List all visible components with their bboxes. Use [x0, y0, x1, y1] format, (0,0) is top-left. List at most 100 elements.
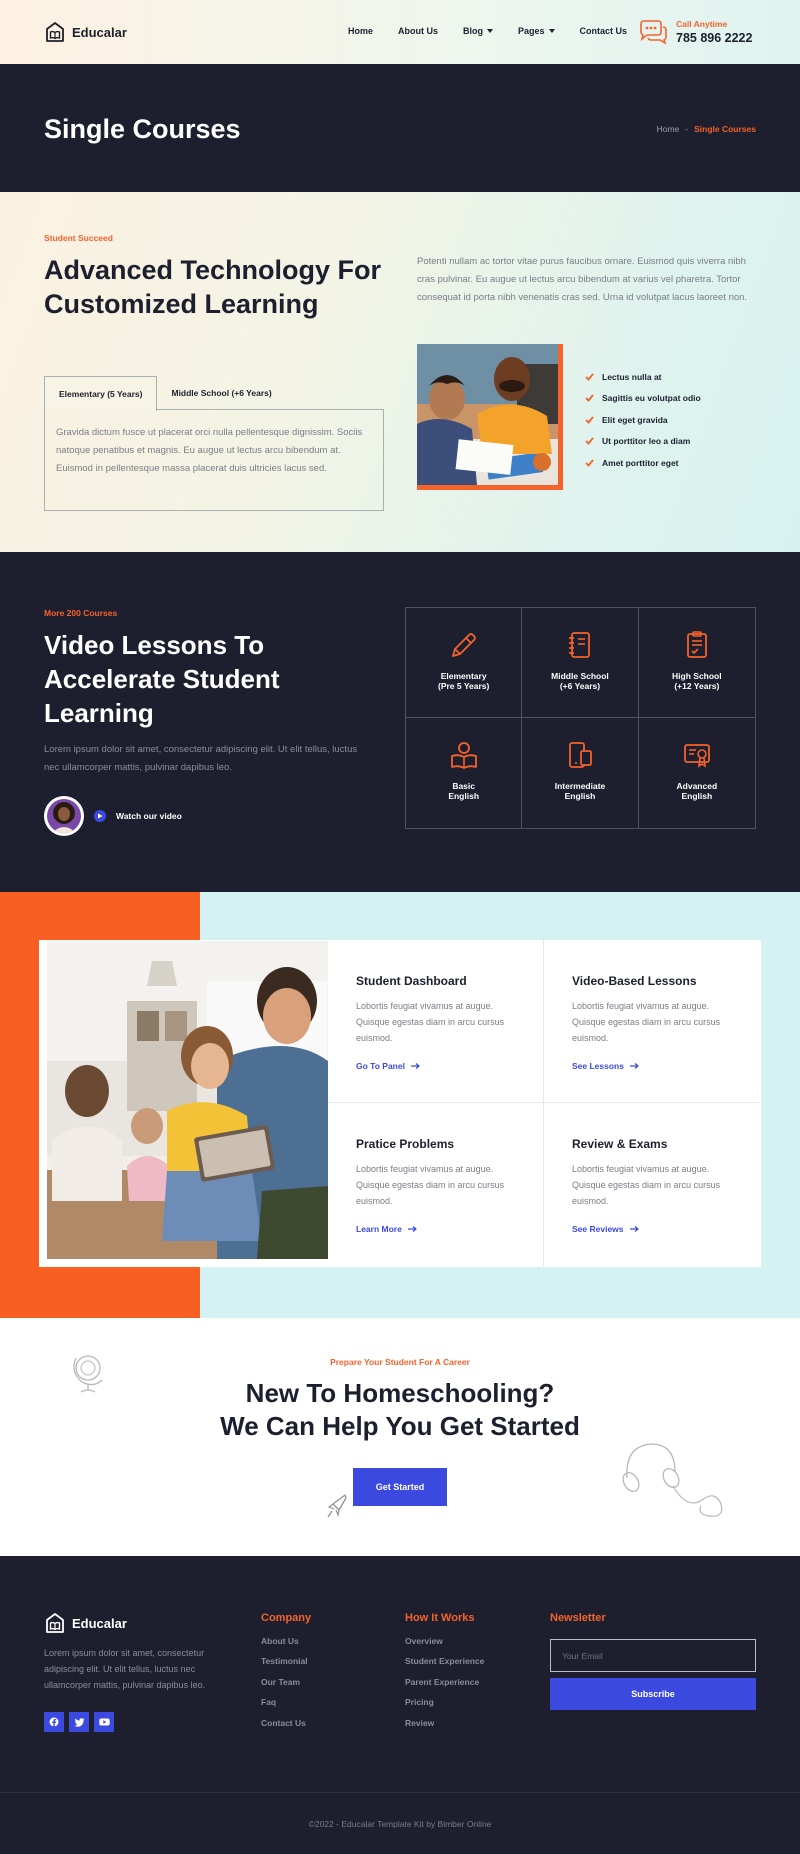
- feature-link[interactable]: See Lessons: [572, 1061, 760, 1071]
- course-high-school[interactable]: High School (+12 Years): [638, 608, 755, 718]
- book-house-icon: [46, 22, 64, 42]
- breadcrumb-current: Single Courses: [694, 124, 756, 134]
- certificate-icon: [683, 744, 710, 768]
- arrow-right-icon: [629, 1226, 639, 1232]
- feature-student-dashboard: Student Dashboard Lobortis feugiat vivam…: [328, 940, 544, 1103]
- nav-home[interactable]: Home: [348, 26, 373, 36]
- intro-heading: Advanced Technology For Customized Learn…: [44, 255, 382, 319]
- list-item-label: Elit eget gravida: [602, 414, 668, 425]
- youtube-button[interactable]: [94, 1712, 114, 1732]
- feature-desc: Lobortis feugiat vivamus at augue. Quisq…: [572, 1164, 721, 1206]
- lessons-heading: Video Lessons To Accelerate Student Lear…: [44, 630, 280, 728]
- list-item-label: Sagittis eu volutpat odio: [602, 393, 701, 404]
- courses-grid: Elementary (Pre 5 Years) Middle School (…: [405, 607, 756, 829]
- footer-logo[interactable]: Educalar: [44, 1612, 127, 1634]
- facebook-icon: [49, 1717, 59, 1727]
- feature-desc: Lobortis feugiat vivamus at augue. Quisq…: [572, 1001, 721, 1043]
- footer-link[interactable]: Overview: [405, 1636, 484, 1656]
- list-item: Sagittis eu volutpat odio: [585, 388, 701, 410]
- feature-link[interactable]: See Reviews: [572, 1224, 760, 1234]
- intro-eyebrow: Student Succeed: [44, 233, 113, 243]
- feature-link-label: See Lessons: [572, 1061, 624, 1071]
- footer-col-title: Newsletter: [550, 1612, 606, 1624]
- footer-link[interactable]: Our Team: [261, 1677, 311, 1697]
- copyright: ©2022 - Educalar Template Kit by Bimber …: [308, 1819, 492, 1829]
- rocket-icon: [327, 1494, 347, 1518]
- tab-middle-school[interactable]: Middle School (+6 Years): [157, 376, 285, 410]
- call-number[interactable]: 785 896 2222: [676, 31, 752, 45]
- feature-desc: Lobortis feugiat vivamus at augue. Quisq…: [356, 1001, 505, 1043]
- call-block[interactable]: Call Anytime 785 896 2222: [638, 19, 752, 45]
- logo[interactable]: Educalar: [44, 21, 127, 43]
- chevron-down-icon: [487, 29, 494, 33]
- pencil-icon: [451, 633, 476, 657]
- footer-link[interactable]: Testimonial: [261, 1656, 311, 1676]
- nav-pages[interactable]: Pages: [518, 26, 555, 36]
- nav-about[interactable]: About Us: [398, 26, 438, 36]
- breadcrumb-home[interactable]: Home: [657, 124, 680, 134]
- watch-video-label: Watch our video: [116, 811, 182, 821]
- nav-blog[interactable]: Blog: [463, 26, 494, 36]
- footer-col-title: Company: [261, 1612, 312, 1624]
- course-elementary[interactable]: Elementary (Pre 5 Years): [406, 608, 523, 718]
- list-item: Elit eget gravida: [585, 409, 701, 431]
- footer-company: Company About Us Testimonial Our Team Fa…: [261, 1612, 311, 1738]
- subscribe-button[interactable]: Subscribe: [550, 1678, 756, 1710]
- breadcrumb: Home - Single Courses: [650, 124, 756, 134]
- notebook-icon: [568, 632, 590, 658]
- facebook-button[interactable]: [44, 1712, 64, 1732]
- footer-link[interactable]: About Us: [261, 1636, 311, 1656]
- course-advanced-english[interactable]: Advanced English: [639, 718, 755, 828]
- check-icon: [585, 373, 594, 381]
- tab-elementary[interactable]: Elementary (5 Years): [44, 376, 158, 411]
- check-icon: [585, 416, 594, 424]
- footer-link[interactable]: Pricing: [405, 1697, 484, 1717]
- avatar: [44, 796, 84, 836]
- arrow-right-icon: [629, 1063, 639, 1069]
- twitter-button[interactable]: [69, 1712, 89, 1732]
- footer-link[interactable]: Faq: [261, 1697, 311, 1717]
- main-nav: Home About Us Blog Pages Contact Us: [348, 26, 627, 36]
- social-links: [44, 1712, 114, 1732]
- feature-title: Review & Exams: [572, 1137, 668, 1151]
- footer-link[interactable]: Parent Experience: [405, 1677, 484, 1697]
- feature-review-exams: Review & Exams Lobortis feugiat vivamus …: [544, 1103, 760, 1266]
- footer-link[interactable]: Student Experience: [405, 1656, 484, 1676]
- get-started-button[interactable]: Get Started: [353, 1468, 447, 1506]
- chat-bubbles-icon: [640, 20, 667, 45]
- list-item-label: Amet porttitor eget: [602, 457, 679, 468]
- course-intermediate-english[interactable]: Intermediate English: [522, 718, 639, 828]
- photo-illustration: [47, 941, 328, 1259]
- cta-eyebrow: Prepare Your Student For A Career: [330, 1357, 470, 1367]
- youtube-icon: [98, 1718, 110, 1726]
- teacher-student-photo: [417, 344, 563, 490]
- list-item-label: Lectus nulla at: [602, 371, 662, 382]
- cta-heading: New To Homeschooling? We Can Help You Ge…: [0, 1377, 800, 1443]
- course-basic-english[interactable]: Basic English: [406, 718, 523, 828]
- nav-contact[interactable]: Contact Us: [580, 26, 628, 36]
- twitter-icon: [73, 1717, 84, 1727]
- arrow-right-icon: [407, 1226, 417, 1232]
- newsletter-email-input[interactable]: [550, 1639, 756, 1672]
- feature-practice-problems: Pratice Problems Lobortis feugiat vivamu…: [328, 1103, 544, 1266]
- document-icon: [686, 631, 707, 658]
- intro-paragraph: Potenti nullam ac tortor vitae purus fau…: [417, 256, 748, 303]
- nav-pages-label: Pages: [518, 26, 545, 36]
- feature-link-label: See Reviews: [572, 1224, 624, 1234]
- footer-link[interactable]: Contact Us: [261, 1718, 311, 1738]
- footer-link[interactable]: Review: [405, 1718, 484, 1738]
- footer-description: Lorem ipsum dolor sit amet, consectetur …: [44, 1648, 206, 1690]
- family-photo: [47, 941, 328, 1259]
- headphones-icon: [622, 1443, 723, 1517]
- course-label: Intermediate English: [554, 781, 606, 801]
- call-label: Call Anytime: [676, 19, 728, 29]
- lessons-eyebrow: More 200 Courses: [44, 608, 118, 618]
- feature-title: Video-Based Lessons: [572, 974, 697, 988]
- feature-video-lessons: Video-Based Lessons Lobortis feugiat viv…: [544, 940, 760, 1103]
- list-item-label: Ut porttitor leo a diam: [602, 436, 691, 447]
- feature-link[interactable]: Go To Panel: [356, 1061, 543, 1071]
- watch-video-button[interactable]: Watch our video: [44, 796, 182, 836]
- course-label: Elementary (Pre 5 Years): [437, 671, 490, 691]
- feature-link[interactable]: Learn More: [356, 1224, 543, 1234]
- course-middle-school[interactable]: Middle School (+6 Years): [522, 608, 639, 718]
